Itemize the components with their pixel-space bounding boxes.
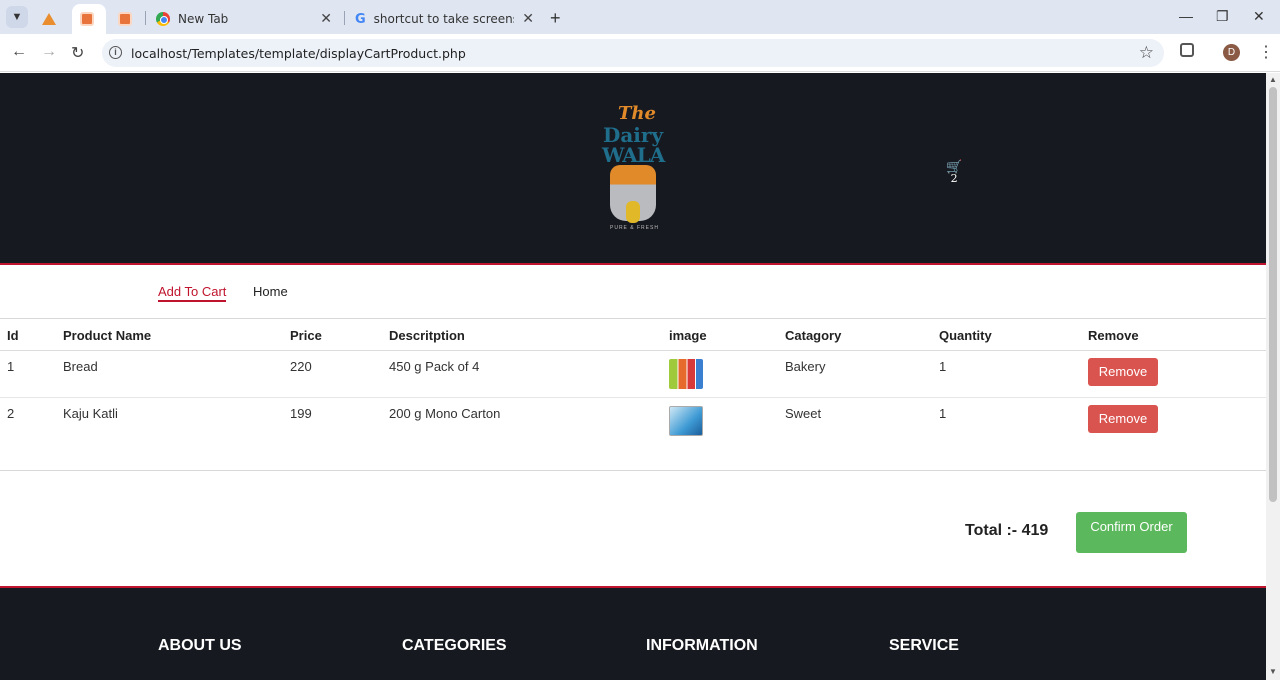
tab-1[interactable] <box>34 4 70 34</box>
google-icon: G <box>355 11 366 27</box>
restore-icon[interactable]: ❐ <box>1216 8 1229 25</box>
page-scrollbar[interactable]: ▲ ▼ <box>1266 73 1280 680</box>
column-header-quantity: Quantity <box>939 328 992 343</box>
xampp-icon <box>80 12 94 26</box>
column-header-image: image <box>669 328 707 343</box>
cell-category: Sweet <box>785 406 822 421</box>
reload-icon[interactable]: ↻ <box>71 43 84 63</box>
extensions-icon[interactable] <box>1180 43 1194 57</box>
new-tab-button[interactable]: + <box>550 8 561 29</box>
table-row: 2 Kaju Katli 199 200 g Mono Carton Sweet… <box>0 398 1266 445</box>
xampp-icon <box>118 12 132 26</box>
page-content: The Dairy WALA PURE & FRESH 🛒 2 Add To C… <box>0 73 1266 680</box>
footer-heading-about-us: ABOUT US <box>158 637 242 654</box>
close-icon[interactable]: ✕ <box>522 11 534 27</box>
close-icon[interactable]: ✕ <box>320 11 332 27</box>
address-bar[interactable]: i localhost/Templates/template/displayCa… <box>102 39 1164 67</box>
remove-button[interactable]: Remove <box>1088 405 1158 433</box>
site-footer: ABOUT US CATEGORIES INFORMATION SERVICE <box>0 586 1266 680</box>
nav-home[interactable]: Home <box>253 284 288 299</box>
scrollbar-thumb[interactable] <box>1269 87 1277 502</box>
close-window-icon[interactable]: ✕ <box>1253 8 1265 25</box>
nav-add-to-cart[interactable]: Add To Cart <box>158 284 227 302</box>
minimize-icon[interactable]: — <box>1179 8 1193 24</box>
cell-price: 199 <box>290 406 312 421</box>
tab-separator <box>145 11 146 25</box>
cell-quantity: 1 <box>939 359 947 374</box>
table-row: 1 Bread 220 450 g Pack of 4 Bakery 1 Rem… <box>0 351 1266 398</box>
site-info-icon[interactable]: i <box>109 46 122 59</box>
browser-toolbar: ← → ↻ i localhost/Templates/template/dis… <box>0 34 1280 72</box>
bookmark-star-icon[interactable]: ☆ <box>1139 43 1154 63</box>
remove-button[interactable]: Remove <box>1088 358 1158 386</box>
cell-price: 220 <box>290 359 312 374</box>
tab-3[interactable] <box>110 4 144 34</box>
xampp-icon <box>42 13 56 25</box>
scroll-up-icon[interactable]: ▲ <box>1269 75 1277 84</box>
cell-category: Bakery <box>785 359 826 374</box>
dairy-wala-logo[interactable]: The Dairy WALA PURE & FRESH <box>596 103 676 233</box>
cell-description: 450 g Pack of 4 <box>389 359 480 374</box>
cell-quantity: 1 <box>939 406 947 421</box>
order-total: Total :- 419 <box>965 522 1049 539</box>
browser-tab-bar: ▼ New Tab ✕ G shortcut to take screensho… <box>0 0 1280 34</box>
cell-product-name: Bread <box>63 359 98 374</box>
tab-separator <box>344 11 345 25</box>
tab-new-tab[interactable]: New Tab ✕ <box>148 4 340 34</box>
cart-link[interactable]: 🛒 2 <box>946 159 962 185</box>
forward-icon[interactable]: → <box>41 43 57 61</box>
tab-google-search[interactable]: G shortcut to take screenshot in w ✕ <box>347 4 542 34</box>
cell-id: 2 <box>7 406 15 421</box>
cell-id: 1 <box>7 359 15 374</box>
footer-heading-categories: CATEGORIES <box>402 637 507 654</box>
tab-title: shortcut to take screenshot in w <box>373 12 514 26</box>
profile-avatar[interactable]: D <box>1223 44 1240 61</box>
footer-heading-information: INFORMATION <box>646 637 758 654</box>
column-header-description: Descritption <box>389 328 465 343</box>
tab-title: New Tab <box>178 12 229 26</box>
logo-tagline: PURE & FRESH <box>610 225 659 231</box>
product-image-bread <box>669 359 703 389</box>
cell-description: 200 g Mono Carton <box>389 406 501 421</box>
chrome-icon <box>156 12 170 26</box>
cell-product-name: Kaju Katli <box>63 406 118 421</box>
tab-2[interactable] <box>72 4 106 34</box>
confirm-order-button[interactable]: Confirm Order <box>1076 512 1187 553</box>
url-text[interactable]: localhost/Templates/template/displayCart… <box>131 46 466 61</box>
site-header: The Dairy WALA PURE & FRESH 🛒 2 <box>0 73 1266 265</box>
logo-text-wala: WALA <box>602 143 665 167</box>
footer-heading-service: SERVICE <box>889 637 959 654</box>
column-header-product-name: Product Name <box>63 328 152 343</box>
browser-menu-icon[interactable]: ⋮ <box>1258 42 1274 62</box>
column-header-price: Price <box>290 328 322 343</box>
tab-search-dropdown[interactable]: ▼ <box>6 6 28 28</box>
scroll-down-icon[interactable]: ▼ <box>1269 667 1277 676</box>
column-header-remove: Remove <box>1088 328 1139 343</box>
column-header-id: Id <box>7 328 19 343</box>
table-bottom-divider <box>0 470 1266 471</box>
sub-navigation: Add To Cart Home <box>0 267 1266 319</box>
scooter-wheel-icon <box>626 201 640 223</box>
product-image-kaju-katli <box>669 406 703 436</box>
logo-text-the: The <box>618 103 656 124</box>
column-header-category: Catagory <box>785 328 842 343</box>
back-icon[interactable]: ← <box>11 43 27 61</box>
